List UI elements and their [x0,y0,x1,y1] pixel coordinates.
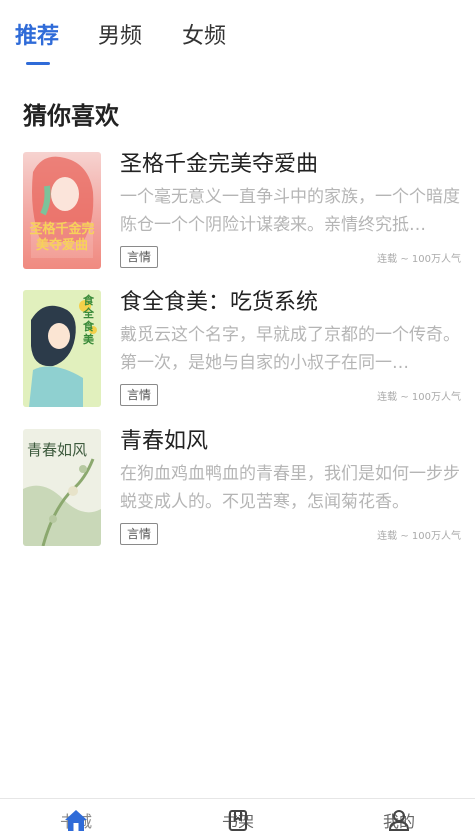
profile-icon [388,810,410,831]
book-item[interactable]: 圣格千金完美夺爱曲 圣格千金完美夺爱曲 一个毫无意义一直争斗中的家族，一个个暗度… [0,152,475,272]
book-description: 一个毫无意义一直争斗中的家族，一个个暗度陈仓一个个阴险计谋袭来。亲情终究抵… [120,187,460,235]
bottom-navigation: 书城 书架 我的 [0,798,475,836]
tab-male[interactable]: 男频 [98,22,142,52]
book-cover-1[interactable]: 圣格千金完美夺爱曲 [23,152,101,269]
nav-mine[interactable]: 我的 [339,799,459,836]
book-item[interactable]: 食全食美 食全食美：吃货系统 戴觅云这个名字，早就成了京都的一个传奇。 第一次，… [0,290,475,410]
book-status-popularity: 连载 ~ 100万人气 [377,531,461,542]
tab-recommend[interactable]: 推荐 [15,22,59,52]
cover-title-text: 食全食美 [83,294,94,346]
active-tab-indicator [26,62,50,65]
book-cover-3[interactable]: 青春如风 [23,429,101,546]
nav-bookstore[interactable]: 书城 [16,799,136,836]
book-status-popularity: 连载 ~ 100万人气 [377,392,461,403]
section-title: 猜你喜欢 [23,102,119,130]
genre-tag: 言情 [120,246,159,268]
book-status-popularity: 连载 ~ 100万人气 [377,254,461,265]
cover-title-text: 圣格千金完美夺爱曲 [29,222,95,253]
book-description: 戴觅云这个名字，早就成了京都的一个传奇。 第一次，是她与自家的小叔子在同一… [120,325,460,373]
genre-tag: 言情 [120,523,159,545]
tab-female[interactable]: 女频 [182,22,226,52]
book-title[interactable]: 圣格千金完美夺爱曲 [120,150,318,180]
book-item[interactable]: 青春如风 青春如风 在狗血鸡血鸭血的青春里，我们是如何一步步蜕变成人的。不见苦寒… [0,429,475,549]
book-cover-2[interactable]: 食全食美 [23,290,101,407]
book-description: 在狗血鸡血鸭血的青春里，我们是如何一步步蜕变成人的。不见苦寒，怎闻菊花香。 [120,464,460,512]
top-tab-bar: 推荐 男频 女频 [0,0,475,80]
home-icon [65,810,87,831]
bookshelf-icon [229,810,247,831]
genre-tag: 言情 [120,384,159,406]
nav-bookshelf[interactable]: 书架 [178,799,298,836]
cover-title-text: 青春如风 [27,441,88,459]
book-title[interactable]: 青春如风 [120,427,208,457]
book-title[interactable]: 食全食美：吃货系统 [120,288,318,318]
